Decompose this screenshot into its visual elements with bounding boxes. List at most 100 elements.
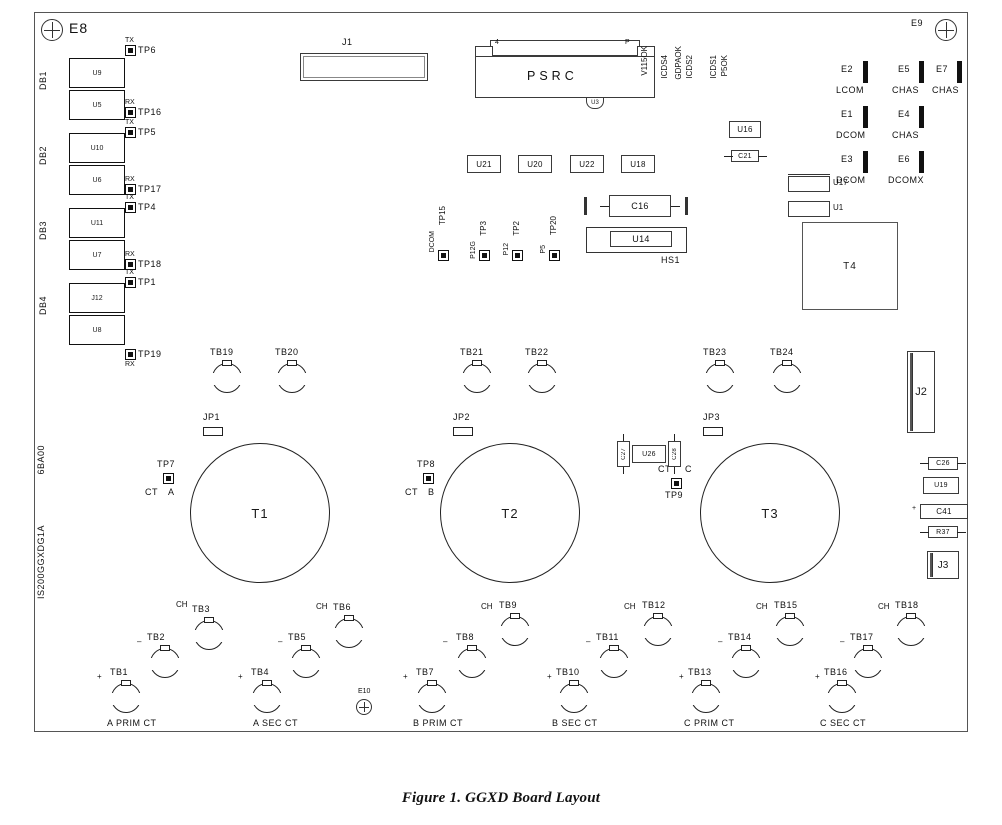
- testpoint-tp19[interactable]: [125, 349, 136, 360]
- estud-post-e3[interactable]: [863, 151, 868, 173]
- status-label-gdpaok: GDPAOK: [674, 46, 683, 80]
- db-tx-label-3: TX: [125, 194, 134, 201]
- estud-post-e4[interactable]: [919, 106, 924, 128]
- terminal-lug-tb9[interactable]: [499, 613, 533, 646]
- status-label-icds1: ICDS1: [709, 55, 718, 79]
- terminal-lug-tb7[interactable]: [416, 680, 450, 713]
- testpoint-tp1[interactable]: [125, 277, 136, 288]
- ic-u14: U14: [610, 231, 672, 247]
- capacitor-c27: C27: [617, 441, 630, 467]
- c27-lead-bottom: [623, 467, 624, 474]
- mounting-hole-e10: [356, 699, 372, 715]
- terminal-label-tb20: TB20: [275, 347, 299, 357]
- terminal-lug-tb1[interactable]: [110, 680, 144, 713]
- terminal-label-tb9: TB9: [499, 600, 518, 610]
- terminal-lug-tb12[interactable]: [642, 613, 676, 646]
- testpoint-tp3[interactable]: [479, 250, 490, 261]
- db-chip-u8: U8: [69, 315, 125, 345]
- jumper-jp3[interactable]: [703, 427, 723, 436]
- heatsink-rail: [586, 227, 686, 228]
- board-outline: E8 E9 E10 IS200GGXDG1A 6BA00 DB1 U9 U5 T…: [34, 12, 968, 732]
- terminal-lug-tb13[interactable]: [690, 680, 724, 713]
- testpoint-label-tp16: TP16: [138, 107, 162, 117]
- ct-phase-b: B: [428, 487, 435, 497]
- figure-caption: Figure 1. GGXD Board Layout: [401, 790, 601, 806]
- testpoint-tp20[interactable]: [549, 250, 560, 261]
- testpoint-label-tp8: TP8: [417, 459, 436, 469]
- terminal-lug-tb10[interactable]: [558, 680, 592, 713]
- estud-post-e5[interactable]: [919, 61, 924, 83]
- testpoint-tp2[interactable]: [512, 250, 523, 261]
- capacitor-c41: C41: [920, 504, 968, 519]
- testpoint-tp5[interactable]: [125, 127, 136, 138]
- ic-u21: U21: [467, 155, 501, 173]
- ic-u19: U19: [923, 477, 959, 494]
- estud-id-e2: E2: [841, 64, 854, 74]
- terminal-lug-tb21[interactable]: [461, 360, 495, 393]
- terminal-lug-tb17[interactable]: [852, 645, 886, 678]
- testpoint-label-tp3: TP3: [479, 221, 488, 236]
- terminal-sign-tb13: +: [679, 672, 684, 681]
- estud-post-e1[interactable]: [863, 106, 868, 128]
- estud-post-e6[interactable]: [919, 151, 924, 173]
- connector-label-j1: J1: [342, 37, 353, 47]
- terminal-sign-tb14: –: [718, 637, 723, 646]
- testpoint-label-tp17: TP17: [138, 184, 162, 194]
- c26-lead-right: [957, 463, 966, 464]
- terminal-lug-tb6[interactable]: [333, 615, 367, 648]
- terminal-sign-tb10: +: [547, 672, 552, 681]
- estud-id-e4: E4: [898, 109, 911, 119]
- c16-lead-right: [671, 206, 680, 207]
- terminal-label-tb21: TB21: [460, 347, 484, 357]
- estud-net-e5: CHAS: [892, 85, 920, 95]
- board-part-number: IS200GGXDG1A: [36, 525, 46, 600]
- terminal-lug-tb16[interactable]: [826, 680, 860, 713]
- testpoint-tp15[interactable]: [438, 250, 449, 261]
- c26-lead-left: [920, 463, 929, 464]
- terminal-lug-tb20[interactable]: [276, 360, 310, 393]
- terminal-lug-tb18[interactable]: [895, 613, 929, 646]
- testpoint-label-tp9: TP9: [665, 490, 684, 500]
- terminal-sign-tb11: –: [586, 637, 591, 646]
- terminal-lug-tb15[interactable]: [774, 613, 808, 646]
- terminal-label-tb7: TB7: [416, 667, 435, 677]
- testpoint-tp6[interactable]: [125, 45, 136, 56]
- u17-top-line: [788, 174, 830, 175]
- terminal-lug-tb4[interactable]: [251, 680, 285, 713]
- terminal-lug-tb5[interactable]: [290, 645, 324, 678]
- status-label-p5ok: P5OK: [720, 55, 729, 77]
- db-rx-label-1: RX: [125, 99, 135, 106]
- terminal-lug-tb19[interactable]: [211, 360, 245, 393]
- heatsink-rail-bottom: [586, 252, 686, 253]
- jumper-label-jp2: JP2: [453, 412, 471, 422]
- jumper-jp2[interactable]: [453, 427, 473, 436]
- estud-post-e7[interactable]: [957, 61, 962, 83]
- terminal-lug-tb2[interactable]: [149, 645, 183, 678]
- c16-post-right: [685, 197, 688, 215]
- testpoint-tp8[interactable]: [423, 473, 434, 484]
- terminal-lug-tb24[interactable]: [771, 360, 805, 393]
- jumper-jp1[interactable]: [203, 427, 223, 436]
- testpoint-tp16[interactable]: [125, 107, 136, 118]
- corner-label-e9: E9: [911, 18, 924, 28]
- terminal-lug-tb22[interactable]: [526, 360, 560, 393]
- c41-polarity: +: [912, 505, 917, 512]
- connector-j1-inner: [303, 56, 425, 78]
- terminal-lug-tb8[interactable]: [456, 645, 490, 678]
- db-tx-label-1: TX: [125, 37, 134, 44]
- testpoint-label-tp18: TP18: [138, 259, 162, 269]
- estud-post-e2[interactable]: [863, 61, 868, 83]
- terminal-lug-tb23[interactable]: [704, 360, 738, 393]
- terminal-label-tb10: TB10: [556, 667, 580, 677]
- jumper-label-jp1: JP1: [203, 412, 221, 422]
- terminal-sign-tb3: CH: [176, 600, 188, 609]
- status-label-icds2: ICDS2: [685, 55, 694, 79]
- testpoint-tp9[interactable]: [671, 478, 682, 489]
- terminal-lug-tb14[interactable]: [730, 645, 764, 678]
- c21-lead-left: [724, 156, 733, 157]
- terminal-lug-tb3[interactable]: [193, 617, 227, 650]
- terminal-label-tb24: TB24: [770, 347, 794, 357]
- terminal-lug-tb11[interactable]: [598, 645, 632, 678]
- testpoint-tp7[interactable]: [163, 473, 174, 484]
- testpoint-tp4[interactable]: [125, 202, 136, 213]
